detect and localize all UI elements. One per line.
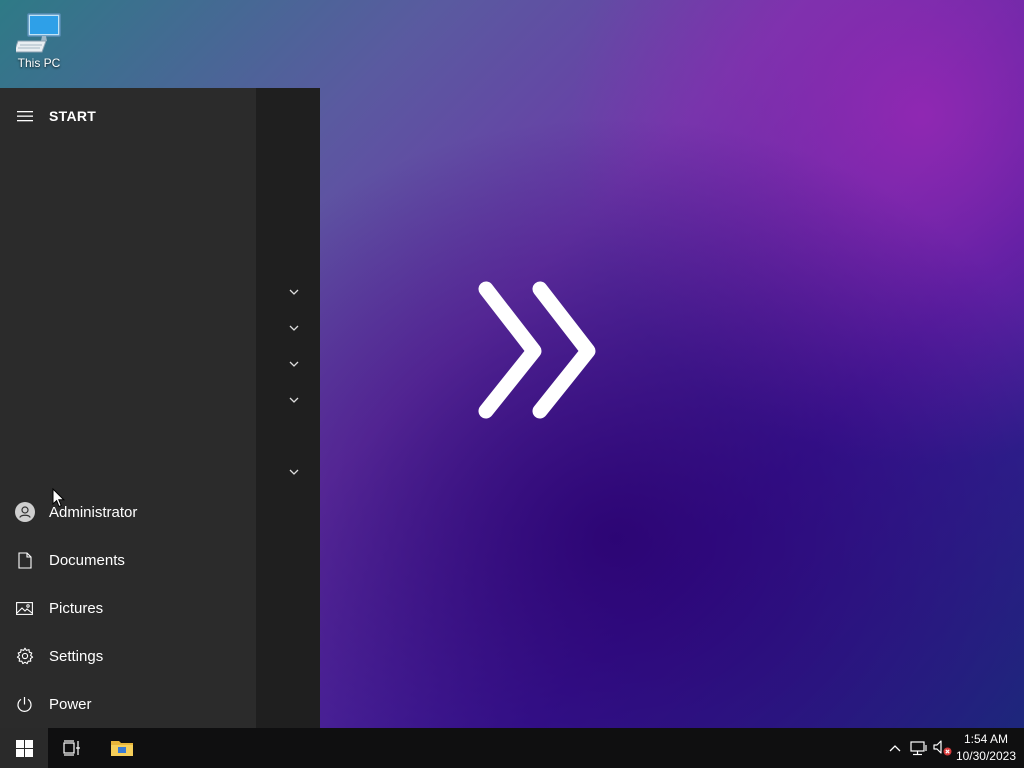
chevron-down-icon[interactable] bbox=[284, 284, 304, 300]
double-chevron-right-icon bbox=[478, 281, 596, 419]
power-icon bbox=[0, 696, 49, 713]
clock[interactable]: 1:54 AM 10/30/2023 bbox=[956, 728, 1016, 768]
start-item-documents[interactable]: Documents bbox=[0, 538, 256, 582]
user-avatar-icon bbox=[0, 502, 49, 522]
start-item-label: Power bbox=[49, 695, 92, 713]
start-menu-header: START bbox=[0, 102, 256, 130]
volume-button[interactable] bbox=[932, 728, 954, 768]
task-view-button[interactable] bbox=[48, 728, 96, 768]
start-menu-title: START bbox=[49, 108, 97, 124]
file-explorer-button[interactable] bbox=[98, 728, 146, 768]
chevron-up-icon bbox=[889, 745, 901, 752]
start-menu-left-pane bbox=[0, 88, 256, 728]
start-button[interactable] bbox=[0, 728, 48, 768]
start-menu: START Administrator Documents Pictures S… bbox=[0, 88, 320, 728]
start-item-administrator[interactable]: Administrator bbox=[0, 490, 256, 534]
chevron-down-icon[interactable] bbox=[284, 356, 304, 372]
taskbar: 1:54 AM 10/30/2023 bbox=[0, 728, 1024, 768]
start-item-pictures[interactable]: Pictures bbox=[0, 586, 256, 630]
hamburger-menu-icon[interactable] bbox=[0, 110, 49, 122]
pictures-icon bbox=[0, 601, 49, 615]
chevron-down-icon[interactable] bbox=[284, 320, 304, 336]
start-menu-tile-rail bbox=[256, 88, 320, 728]
start-item-label: Settings bbox=[49, 647, 104, 665]
chevron-down-icon[interactable] bbox=[284, 464, 304, 480]
speaker-muted-icon bbox=[933, 740, 952, 756]
start-item-label: Pictures bbox=[49, 599, 104, 617]
windows-logo-icon bbox=[15, 739, 33, 757]
show-hidden-icons-button[interactable] bbox=[884, 728, 906, 768]
mouse-cursor-icon bbox=[52, 488, 66, 508]
desktop-icon-this-pc[interactable]: This PC bbox=[8, 8, 70, 70]
start-item-power[interactable]: Power bbox=[0, 682, 256, 726]
chevron-down-icon[interactable] bbox=[284, 392, 304, 408]
gear-icon bbox=[0, 647, 49, 665]
document-icon bbox=[0, 551, 49, 569]
start-item-label: Documents bbox=[49, 551, 125, 569]
network-button[interactable] bbox=[908, 728, 930, 768]
start-item-settings[interactable]: Settings bbox=[0, 634, 256, 678]
computer-icon bbox=[16, 13, 61, 53]
network-icon bbox=[910, 741, 927, 756]
folder-icon bbox=[111, 741, 133, 756]
clock-time: 1:54 AM bbox=[963, 732, 1008, 746]
clock-date: 10/30/2023 bbox=[955, 749, 1016, 763]
task-view-icon bbox=[63, 740, 80, 756]
desktop-icon-label: This PC bbox=[17, 56, 61, 70]
